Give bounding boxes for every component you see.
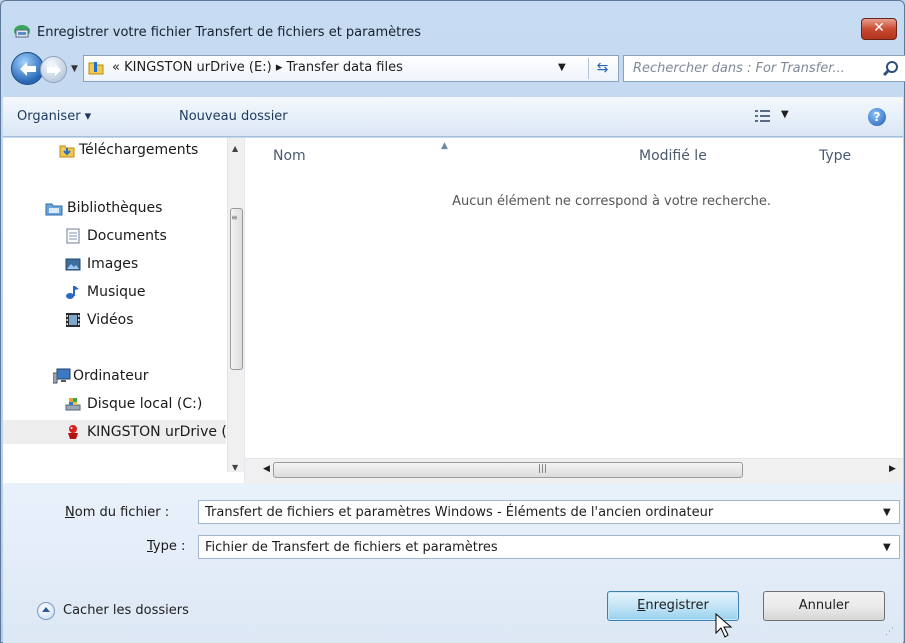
scroll-up-icon[interactable]: ▲	[232, 144, 238, 153]
music-icon	[65, 284, 81, 300]
file-type-dropdown-icon[interactable]: ▼	[883, 542, 891, 553]
navigation-bar: ▼ « KINGSTON urDrive (E:) ▸ Transfer dat…	[11, 51, 905, 87]
address-dropdown-icon[interactable]: ▼	[558, 62, 566, 73]
collapse-up-icon	[37, 602, 55, 620]
save-options-panel: Nom du fichier : Transfert de fichiers e…	[3, 483, 903, 643]
documents-icon	[65, 228, 81, 244]
column-header-name[interactable]: Nom	[273, 148, 306, 164]
filename-label-text: om du fichier :	[74, 505, 170, 520]
tree-item-label: Ordinateur	[73, 368, 149, 384]
tree-item-images[interactable]: Images	[3, 252, 226, 276]
save-dialog-window: Enregistrer votre fichier Transfert de f…	[0, 0, 905, 643]
type-label-text: ype :	[152, 539, 186, 554]
search-input[interactable]: Rechercher dans : For Transfer...	[623, 55, 905, 82]
tree-item-label: Documents	[87, 228, 167, 244]
videos-icon	[65, 312, 81, 328]
tree-item-kingston-drive[interactable]: KINGSTON urDrive (E:)	[3, 420, 226, 444]
tree-item-label: Images	[87, 256, 139, 272]
tree-item-label: Téléchargements	[79, 142, 199, 158]
tree-item-label: Bibliothèques	[67, 200, 163, 216]
sort-ascending-icon: ▲	[441, 141, 448, 151]
title-bar: Enregistrer votre fichier Transfert de f…	[1, 1, 904, 49]
resize-grip-icon[interactable]: ⋰	[885, 627, 894, 637]
tree-item-libraries[interactable]: Bibliothèques	[3, 196, 226, 220]
scroll-right-icon[interactable]: ▶	[889, 464, 896, 474]
address-bar[interactable]: « KINGSTON urDrive (E:) ▸ Transfer data …	[83, 55, 619, 82]
view-options-icon[interactable]	[755, 109, 771, 123]
tree-item-downloads[interactable]: Téléchargements	[3, 138, 226, 162]
scroll-down-icon[interactable]: ▼	[232, 463, 238, 472]
save-button-text: nregistrer	[645, 598, 709, 613]
tree-vertical-scrollbar[interactable]: ▲ ≡ ▼	[227, 138, 244, 472]
file-list-pane: Nom ▲ Modifié le Type Aucun élément ne c…	[245, 138, 903, 472]
refresh-button[interactable]: ⇆	[588, 58, 616, 79]
tree-item-label: KINGSTON urDrive (E:)	[87, 424, 226, 440]
recent-pages-dropdown-icon[interactable]: ▼	[71, 64, 78, 74]
breadcrumb-separator[interactable]: ▸	[276, 60, 283, 75]
tree-item-label: Musique	[87, 284, 146, 300]
arrow-right-icon	[47, 64, 61, 76]
scroll-left-icon[interactable]: ◀	[263, 464, 270, 474]
organize-menu-button[interactable]: Organiser ▾	[17, 109, 91, 124]
migration-app-icon	[13, 23, 31, 39]
scroll-thumb[interactable]: |||	[273, 462, 743, 478]
file-type-value: Fichier de Transfert de fichiers et para…	[205, 540, 498, 555]
view-dropdown-icon[interactable]: ▼	[781, 109, 789, 120]
kingston-drive-icon	[65, 424, 81, 440]
content-area: Téléchargements Bibliothèques Documents …	[3, 138, 903, 483]
tree-item-label: Disque local (C:)	[87, 396, 203, 412]
window-title: Enregistrer votre fichier Transfert de f…	[37, 25, 422, 40]
scroll-grip-icon: |||	[538, 464, 548, 474]
empty-results-message: Aucun élément ne correspond à votre rech…	[452, 194, 771, 209]
scroll-thumb[interactable]	[230, 208, 243, 370]
forward-button[interactable]	[40, 56, 67, 83]
mouse-cursor-icon	[715, 612, 733, 643]
hide-folders-toggle[interactable]: Cacher les dossiers	[37, 601, 227, 623]
navigation-pane: Téléchargements Bibliothèques Documents …	[3, 138, 245, 483]
computer-icon	[52, 368, 71, 384]
column-header-modified[interactable]: Modifié le	[639, 148, 707, 164]
filename-label: Nom du fichier :	[65, 505, 169, 520]
breadcrumb-item-drive[interactable]: KINGSTON urDrive (E:)	[124, 60, 272, 75]
close-button[interactable]: ✕	[861, 18, 897, 40]
breadcrumb-overflow[interactable]: «	[112, 60, 120, 75]
scroll-grip-icon: ≡	[231, 213, 238, 222]
images-icon	[65, 256, 81, 272]
tree-item-documents[interactable]: Documents	[3, 224, 226, 248]
column-header-type[interactable]: Type	[819, 148, 851, 164]
command-toolbar: Organiser ▾ Nouveau dossier ▼ ?	[3, 97, 903, 137]
file-list-horizontal-scrollbar[interactable]: ◀ ||| ▶	[245, 458, 903, 483]
downloads-folder-icon	[59, 142, 75, 158]
help-icon[interactable]: ?	[868, 108, 886, 126]
refresh-icon: ⇆	[596, 60, 609, 76]
tree-item-computer[interactable]: Ordinateur	[3, 364, 226, 388]
type-label: Type :	[147, 539, 185, 554]
search-placeholder: Rechercher dans : For Transfer...	[633, 61, 845, 76]
arrow-left-icon	[20, 62, 36, 76]
tree-item-local-disk[interactable]: Disque local (C:)	[3, 392, 226, 416]
breadcrumb: « KINGSTON urDrive (E:) ▸ Transfer data …	[112, 60, 403, 75]
file-type-select[interactable]: Fichier de Transfert de fichiers et para…	[198, 535, 900, 559]
cancel-button[interactable]: Annuler	[763, 591, 885, 621]
hide-folders-label: Cacher les dossiers	[63, 603, 189, 618]
breadcrumb-item-folder[interactable]: Transfer data files	[286, 60, 402, 75]
tree-item-label: Vidéos	[87, 312, 134, 328]
filename-value: Transfert de fichiers et paramètres Wind…	[205, 505, 714, 520]
filename-label-accesskey: N	[65, 505, 75, 520]
local-disk-icon	[65, 396, 81, 412]
filename-dropdown-icon[interactable]: ▼	[883, 507, 891, 518]
filename-field[interactable]: Transfert de fichiers et paramètres Wind…	[198, 500, 900, 524]
folder-icon	[88, 60, 104, 75]
tree-item-music[interactable]: Musique	[3, 280, 226, 304]
search-icon[interactable]	[882, 60, 899, 77]
tree-item-videos[interactable]: Vidéos	[3, 308, 226, 332]
new-folder-button[interactable]: Nouveau dossier	[179, 109, 288, 124]
libraries-icon	[45, 200, 63, 216]
